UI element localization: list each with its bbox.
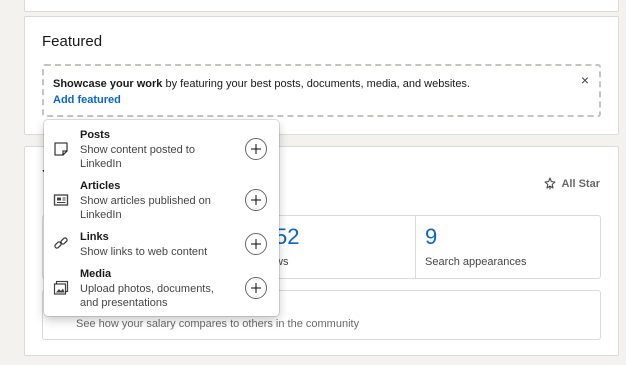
all-star-badge[interactable]: All Star	[544, 177, 600, 190]
add-featured-menu: Posts Show content posted to LinkedIn Ar…	[44, 120, 279, 316]
menu-item-media[interactable]: Media Upload photos, documents, and pres…	[44, 268, 279, 310]
featured-section: Featured Showcase your work by featuring…	[24, 16, 619, 135]
previous-card	[24, 0, 619, 12]
menu-item-title: Links	[80, 231, 109, 243]
menu-item-description: Show content posted to LinkedIn	[80, 144, 195, 170]
post-icon	[54, 142, 68, 156]
menu-item-description: Upload photos, documents, and presentati…	[80, 283, 214, 309]
link-icon	[54, 237, 68, 249]
all-star-label: All Star	[561, 177, 600, 190]
plus-icon	[251, 239, 261, 249]
featured-description: Showcase your work by featuring your bes…	[53, 78, 470, 90]
article-icon	[53, 194, 69, 206]
plus-icon	[251, 195, 261, 205]
menu-item-links[interactable]: Links Show links to web content	[44, 231, 279, 261]
stat-divider	[415, 216, 416, 278]
media-icon	[53, 280, 69, 295]
add-media-button[interactable]	[245, 277, 267, 299]
star-icon	[544, 177, 557, 190]
menu-item-articles[interactable]: Articles Show articles published on Link…	[44, 180, 279, 221]
featured-description-rest: by featuring your best posts, documents,…	[162, 78, 470, 90]
menu-item-title: Articles	[80, 180, 121, 192]
add-post-button[interactable]	[245, 138, 267, 160]
menu-item-title: Media	[80, 268, 112, 280]
salary-insights-text: See how your salary compares to others i…	[76, 318, 360, 330]
add-link-button[interactable]	[245, 233, 267, 255]
search-appearances-label: Search appearances	[425, 256, 527, 268]
close-icon[interactable]: ×	[581, 73, 589, 87]
featured-title: Featured	[42, 33, 103, 50]
search-appearances-value[interactable]: 9	[425, 224, 437, 250]
menu-item-posts[interactable]: Posts Show content posted to LinkedIn	[44, 129, 279, 170]
plus-icon	[251, 283, 261, 293]
add-featured-link[interactable]: Add featured	[53, 94, 121, 106]
plus-icon	[251, 144, 261, 154]
menu-item-title: Posts	[80, 129, 110, 141]
featured-description-bold: Showcase your work	[53, 78, 163, 90]
menu-item-description: Show articles published on LinkedIn	[80, 195, 211, 221]
add-article-button[interactable]	[245, 189, 267, 211]
featured-empty-state: Showcase your work by featuring your bes…	[42, 64, 601, 117]
menu-item-description: Show links to web content	[80, 246, 208, 258]
